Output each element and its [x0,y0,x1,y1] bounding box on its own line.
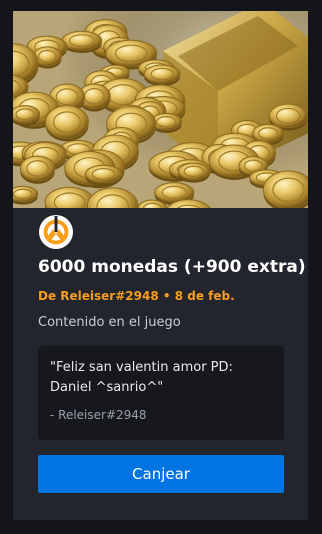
gift-message-author: - Releiser#2948 [50,408,147,422]
coin-graphic [13,105,41,126]
gift-sender-date: De Releiser#2948 • 8 de feb. [38,289,235,303]
content-type-label: Contenido en el juego [38,315,181,330]
coins-treasure-image [13,11,308,208]
overwatch-logo-icon [39,215,73,249]
gift-message-text: "Feliz san valentin amor PD: Daniel ^san… [50,360,233,395]
coin-graphic [143,64,181,87]
gift-message-box: "Feliz san valentin amor PD: Daniel ^san… [38,346,284,440]
coin-graphic [13,185,39,205]
coins-illustration [13,11,308,208]
coin-graphic [262,170,308,208]
product-title: 6000 monedas (+900 extra) [38,257,306,277]
coin-graphic [177,162,210,183]
redeem-button[interactable]: Canjear [38,455,284,493]
coin-graphic [44,105,90,142]
coin-graphic [61,30,103,54]
coin-graphic [84,164,123,186]
coin-graphic [19,155,56,184]
gift-card: 6000 monedas (+900 extra) De Releiser#29… [13,11,308,520]
